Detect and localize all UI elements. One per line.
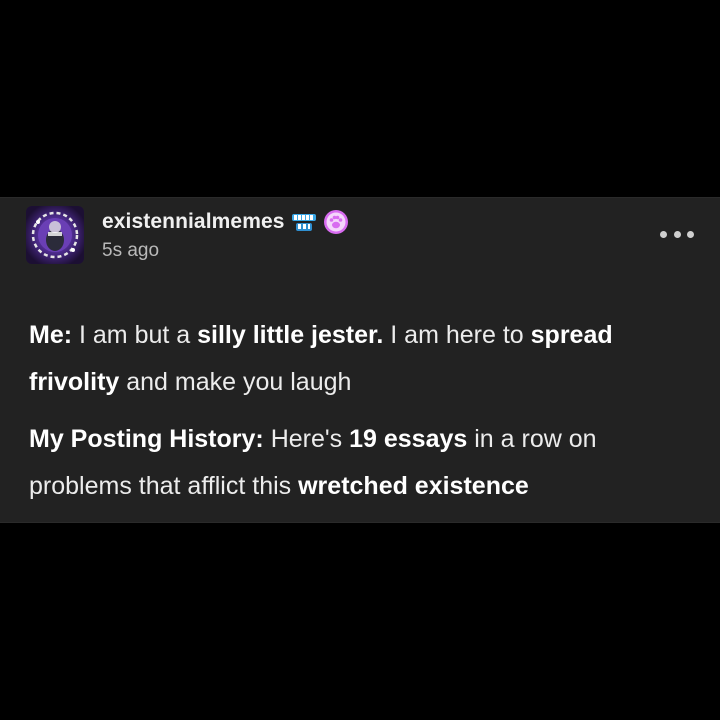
bold-text: My Posting History: [29, 425, 264, 453]
bold-text: 19 essays [349, 425, 468, 453]
bold-text: silly little jester. [197, 321, 384, 349]
teeth-badge-icon[interactable] [291, 209, 317, 235]
text-span: and make you laugh [119, 368, 352, 396]
text-span: Here's [263, 425, 350, 453]
avatar[interactable] [26, 206, 84, 264]
post-header: existennialmemes 5s ago [102, 208, 349, 262]
ellipsis-icon [673, 230, 681, 238]
post-paragraph-2: My Posting History: Here's 19 essays in … [29, 416, 695, 510]
bold-text: Me: [29, 321, 73, 349]
jester-avatar-icon [31, 211, 79, 259]
text-span: I am but a [72, 321, 198, 349]
text-span: I am here to [383, 321, 531, 349]
more-options-button[interactable] [660, 224, 694, 244]
screenshot-frame: existennialmemes 5s ago Me: I am but a s… [0, 0, 720, 720]
post-paragraph-1: Me: I am but a silly little jester. I am… [29, 312, 695, 406]
post-card: existennialmemes 5s ago Me: I am but a s… [0, 197, 720, 523]
username-row: existennialmemes [102, 208, 349, 236]
ellipsis-icon [660, 230, 667, 238]
ellipsis-icon [687, 230, 694, 238]
post-timestamp: 5s ago [102, 240, 160, 261]
paw-badge-icon[interactable] [323, 209, 349, 235]
post-body: Me: I am but a silly little jester. I am… [29, 312, 695, 520]
bold-text: wretched existence [298, 472, 529, 500]
username-link[interactable]: existennialmemes [102, 210, 285, 234]
